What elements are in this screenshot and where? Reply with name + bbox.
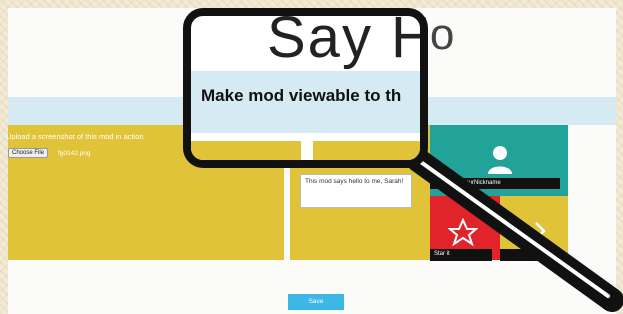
magnified-tile-left	[191, 141, 301, 160]
magnified-title: Say Hel	[267, 8, 420, 70]
magnified-tile-right	[313, 141, 420, 160]
magnified-heading: Make mod viewable to th	[201, 86, 402, 105]
magnifier-icon: Say Hel Make mod viewable to th	[183, 8, 428, 168]
